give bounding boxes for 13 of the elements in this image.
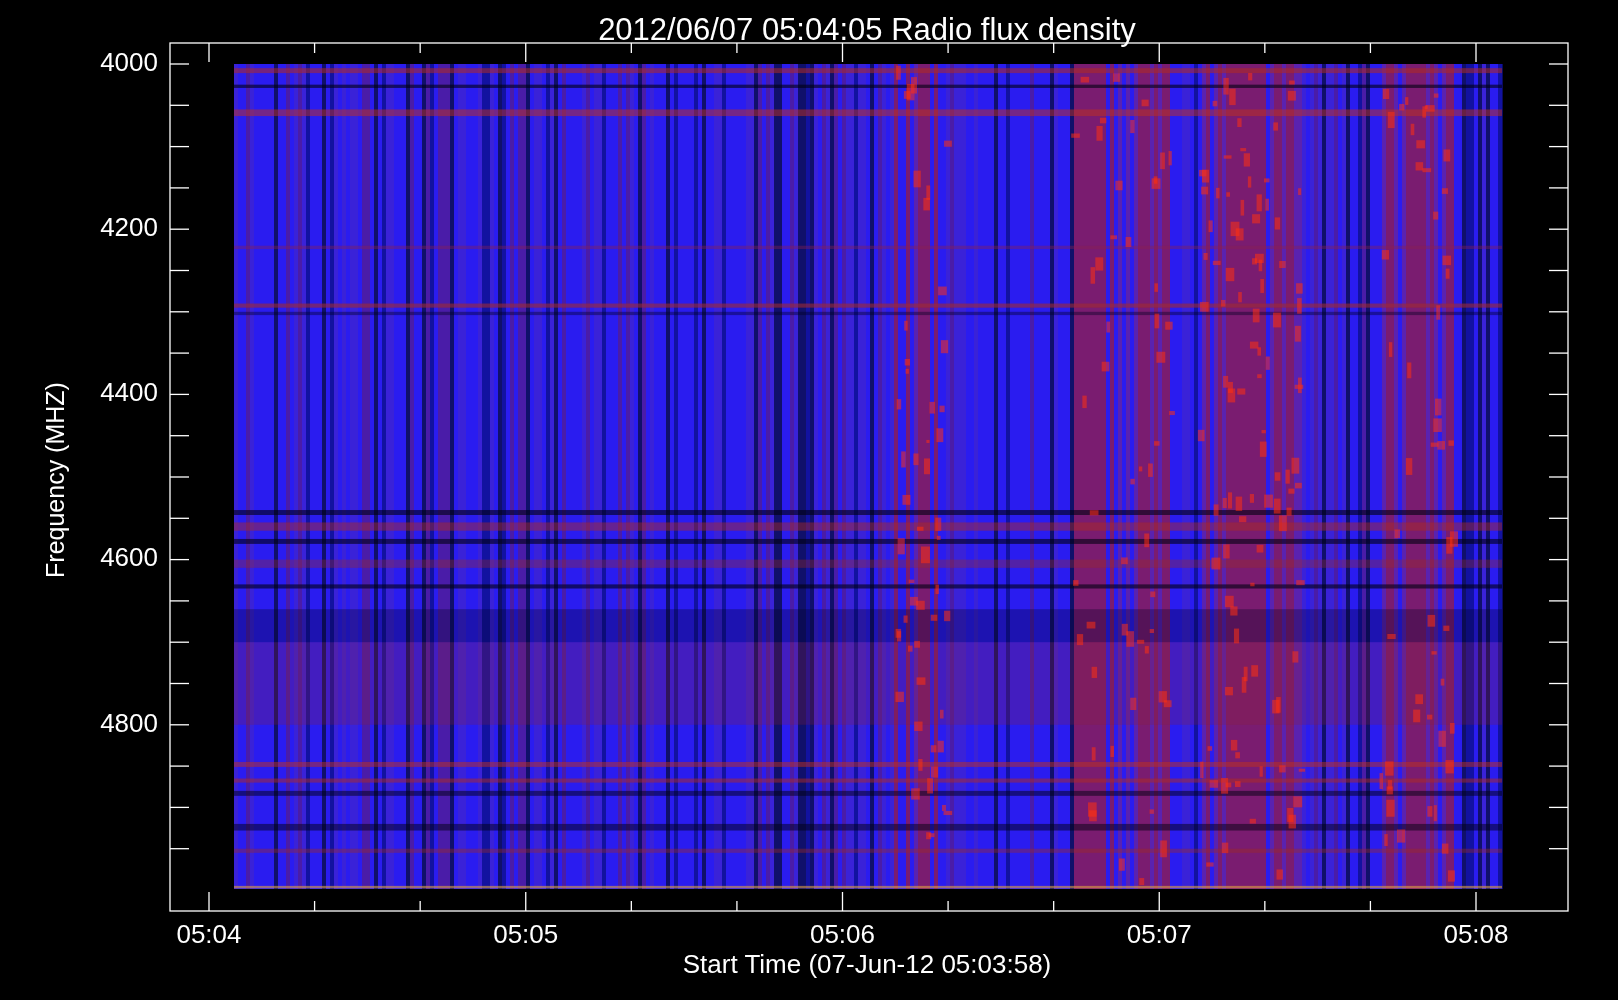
x-axis-label: Start Time (07-Jun-12 05:03:58) <box>682 948 1052 979</box>
y-tick-label: 4200 <box>100 212 158 243</box>
x-tick-label: 05:05 <box>493 918 559 949</box>
x-tick-label: 05:07 <box>1126 918 1192 949</box>
y-tick-label: 4600 <box>100 542 158 573</box>
plot-title: 2012/06/07 05:04:05 Radio flux density <box>598 12 1136 48</box>
y-tick-label: 4000 <box>100 46 158 77</box>
x-tick-label: 05:04 <box>176 918 242 949</box>
x-tick-label: 05:06 <box>809 918 876 949</box>
x-tick-label: 05:08 <box>1443 918 1509 949</box>
y-axis-label: Frequency (MHZ) <box>40 382 69 578</box>
y-tick-label: 4800 <box>100 707 158 738</box>
y-tick-label: 4400 <box>100 377 158 408</box>
